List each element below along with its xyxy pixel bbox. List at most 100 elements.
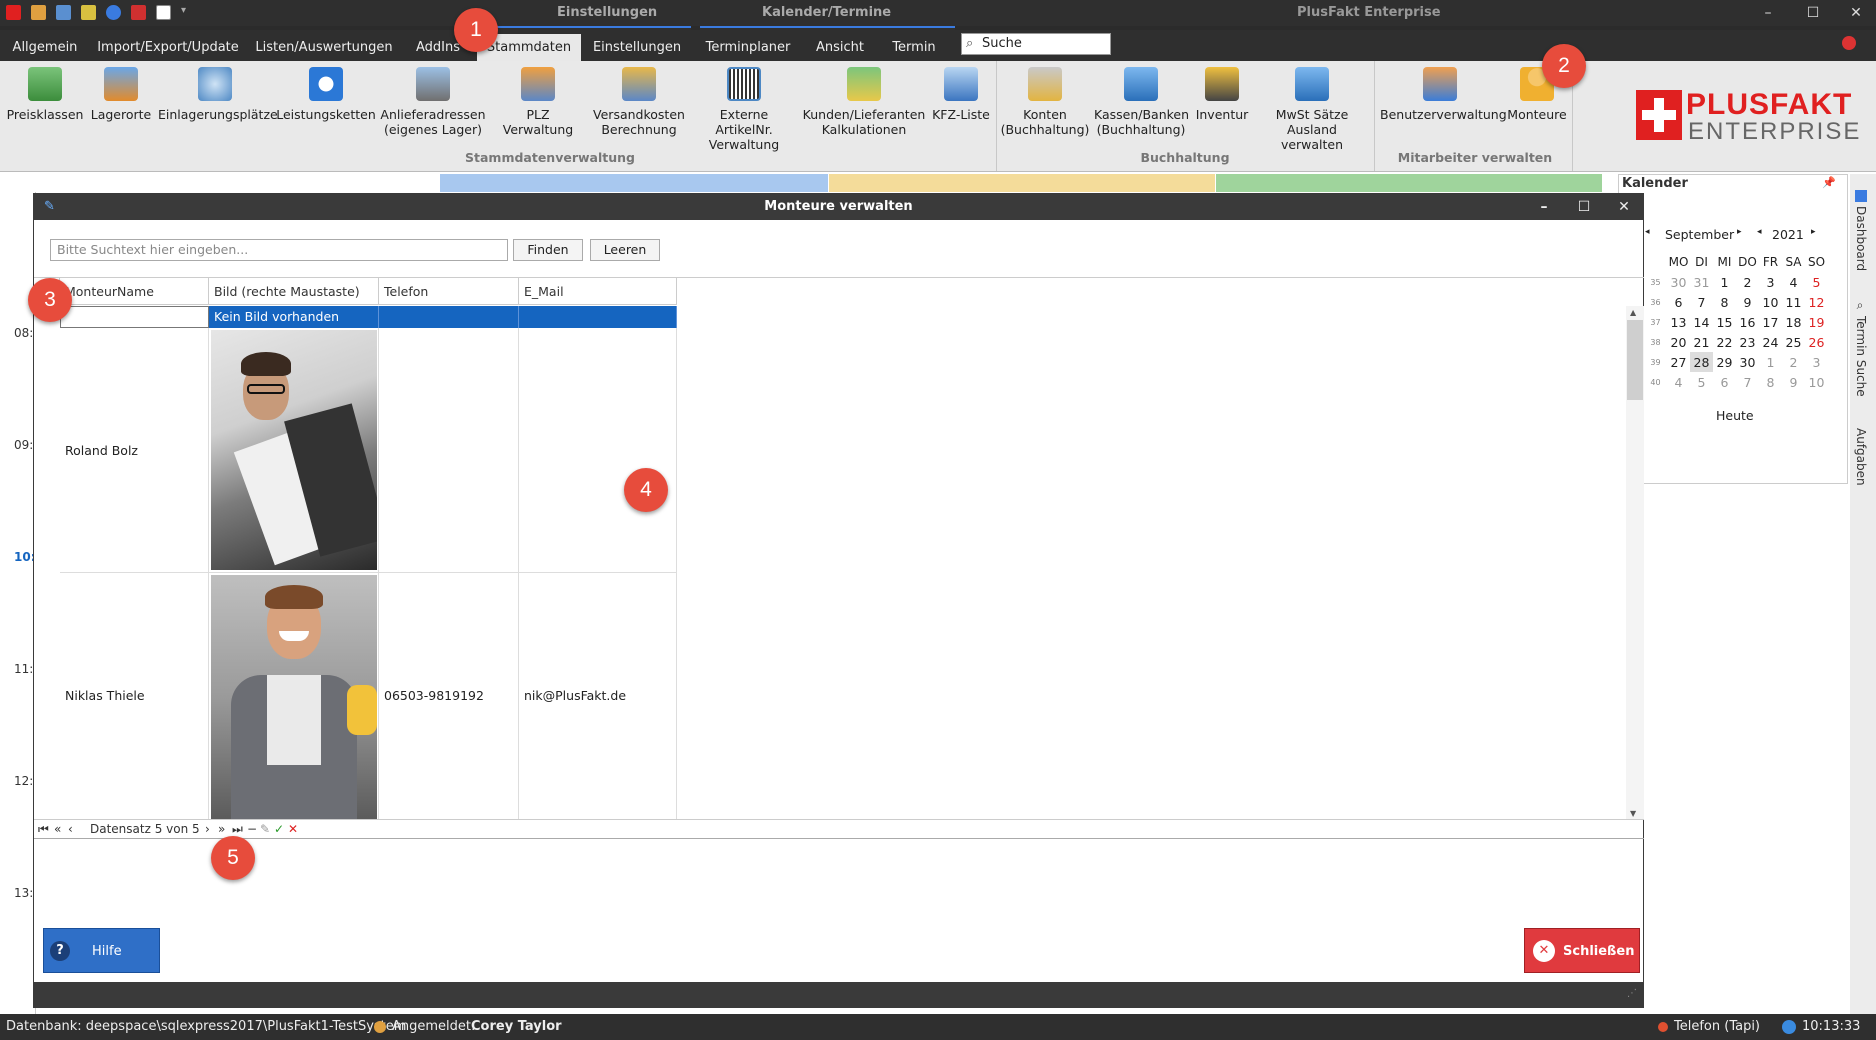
resize-grip-icon[interactable]: ⋰ xyxy=(1627,988,1637,999)
calendar-day[interactable]: 9 xyxy=(1736,292,1759,312)
calendar-day[interactable]: 29 xyxy=(1713,352,1736,372)
message-icon[interactable] xyxy=(81,5,96,20)
plus-icon[interactable] xyxy=(131,5,146,20)
today-button[interactable]: Heute xyxy=(1716,408,1754,423)
calendar-day[interactable]: 10 xyxy=(1759,292,1782,312)
column-header-telefon[interactable]: Telefon xyxy=(379,278,519,305)
scroll-thumb[interactable] xyxy=(1627,320,1643,400)
table-row-name[interactable]: Niklas Thiele xyxy=(60,573,209,820)
calendar-day[interactable]: 1 xyxy=(1713,272,1736,292)
ribbon-mwst-saetze[interactable]: MwSt Sätze Ausland verwalten xyxy=(1256,67,1368,152)
user-status-icon[interactable] xyxy=(1842,36,1856,50)
ribbon-preisklassen[interactable]: Preisklassen xyxy=(4,67,86,122)
ribbon-benutzerverwaltung[interactable]: Benutzerverwaltung xyxy=(1380,67,1507,122)
ribbon-versandkosten[interactable]: Versandkosten Berechnung xyxy=(592,67,686,137)
calendar-day[interactable]: 30 xyxy=(1736,352,1759,372)
column-header-email[interactable]: E_Mail xyxy=(519,278,677,305)
calendar-day[interactable]: 15 xyxy=(1713,312,1736,332)
calendar-day[interactable]: 4 xyxy=(1667,372,1690,392)
calendar-day[interactable]: 20 xyxy=(1667,332,1690,352)
calendar-day[interactable]: 26 xyxy=(1805,332,1828,352)
monteur-search-input[interactable]: Bitte Suchtext hier eingeben... xyxy=(50,239,508,261)
prev-year-icon[interactable]: ◂ xyxy=(1757,227,1762,237)
column-header-name[interactable]: MonteurName xyxy=(60,278,209,305)
find-button[interactable]: Finden xyxy=(513,239,583,261)
calendar-day[interactable]: 21 xyxy=(1690,332,1713,352)
calendar-day[interactable]: 2 xyxy=(1782,352,1805,372)
new-row-name-cell[interactable] xyxy=(60,306,209,328)
calendar-day[interactable]: 6 xyxy=(1667,292,1690,312)
calendar-day[interactable]: 3 xyxy=(1759,272,1782,292)
calendar-day[interactable]: 30 xyxy=(1667,272,1690,292)
calendar-day[interactable]: 25 xyxy=(1782,332,1805,352)
help-icon[interactable] xyxy=(106,5,121,20)
tab-listen[interactable]: Listen/Auswertungen xyxy=(254,34,394,61)
prev-month-icon[interactable]: ◂ xyxy=(1645,227,1650,237)
next-year-icon[interactable]: ▸ xyxy=(1811,227,1816,237)
prev-record-icon[interactable]: ‹ xyxy=(68,822,73,836)
next-month-icon[interactable]: ▸ xyxy=(1737,227,1742,237)
ribbon-kfz-liste[interactable]: KFZ-Liste xyxy=(930,67,992,122)
calendar-day[interactable]: 31 xyxy=(1690,272,1713,292)
ribbon-kunden-lieferanten[interactable]: Kunden/Lieferanten Kalkulationen xyxy=(802,67,926,137)
calendar-day[interactable]: 3 xyxy=(1805,352,1828,372)
calendar-day[interactable]: 8 xyxy=(1759,372,1782,392)
calendar-day[interactable]: 6 xyxy=(1713,372,1736,392)
calendar-day[interactable]: 14 xyxy=(1690,312,1713,332)
maximize-button[interactable]: ☐ xyxy=(1793,2,1833,24)
next-page-icon[interactable]: » xyxy=(218,822,225,836)
calendar-day[interactable]: 7 xyxy=(1690,292,1713,312)
clear-button[interactable]: Leeren xyxy=(590,239,660,261)
calendar-day[interactable]: 17 xyxy=(1759,312,1782,332)
calendar-year[interactable]: 2021 xyxy=(1772,227,1804,242)
calendar-day[interactable]: 10 xyxy=(1805,372,1828,392)
calendar-day[interactable]: 27 xyxy=(1667,352,1690,372)
cancel-record-icon[interactable]: ✕ xyxy=(288,822,298,836)
mechanic-photo-2[interactable] xyxy=(211,575,377,820)
calendar-day[interactable]: 4 xyxy=(1782,272,1805,292)
global-search-input[interactable]: ⌕ Suche xyxy=(961,33,1111,55)
mechanic-photo-1[interactable] xyxy=(211,330,377,570)
table-row-bild[interactable] xyxy=(209,328,379,573)
tab-termin[interactable]: Termin xyxy=(884,34,944,61)
side-tab-termin-suche[interactable]: ⌕ Termin Suche xyxy=(1854,300,1868,397)
calendar-day[interactable]: 28 xyxy=(1690,352,1713,372)
column-header-bild[interactable]: Bild (rechte Maustaste) xyxy=(209,278,379,305)
ribbon-einlagerungsplaetze[interactable]: Einlagerungsplätze xyxy=(158,67,278,122)
table-row-telefon[interactable]: 06503-9819192 xyxy=(379,573,519,820)
calendar-day[interactable]: 5 xyxy=(1690,372,1713,392)
ribbon-externe-artikelnr[interactable]: Externe ArtikelNr. Verwaltung xyxy=(690,67,798,152)
new-row-bild-cell[interactable]: Kein Bild vorhanden xyxy=(209,306,379,328)
close-window-button[interactable]: ✕ xyxy=(1836,2,1876,24)
new-row-email-cell[interactable] xyxy=(519,306,677,328)
edit-record-icon[interactable]: ✎ xyxy=(260,822,270,836)
ribbon-leistungsketten[interactable]: Leistungsketten xyxy=(276,67,376,122)
prev-page-icon[interactable]: « xyxy=(54,822,61,836)
side-tab-dashboard[interactable]: Dashboard xyxy=(1854,190,1868,271)
first-record-icon[interactable]: ⏮ xyxy=(38,822,49,837)
table-row-name[interactable]: Roland Bolz xyxy=(60,328,209,573)
grid-vertical-scrollbar[interactable]: ▲ ▼ xyxy=(1626,306,1644,820)
calendar-day[interactable]: 12 xyxy=(1805,292,1828,312)
phone-status[interactable]: Telefon (Tapi) xyxy=(1674,1014,1760,1040)
dropdown-icon[interactable]: ▾ xyxy=(181,5,189,20)
calendar-day[interactable]: 1 xyxy=(1759,352,1782,372)
calendar-day[interactable]: 16 xyxy=(1736,312,1759,332)
ribbon-kassen-banken[interactable]: Kassen/Banken (Buchhaltung) xyxy=(1094,67,1189,137)
help-button[interactable]: ? Hilfe xyxy=(43,928,160,973)
table-row-bild[interactable] xyxy=(209,573,379,820)
table-row-email[interactable]: nik@PlusFakt.de xyxy=(519,573,677,820)
calendar-day[interactable]: 11 xyxy=(1782,292,1805,312)
calendar-day[interactable]: 24 xyxy=(1759,332,1782,352)
tab-ansicht[interactable]: Ansicht xyxy=(810,34,870,61)
calendar-day[interactable]: 23 xyxy=(1736,332,1759,352)
calendar-day[interactable]: 13 xyxy=(1667,312,1690,332)
dialog-maximize-button[interactable]: ☐ xyxy=(1564,194,1604,220)
side-tab-aufgaben[interactable]: Aufgaben xyxy=(1854,428,1868,486)
ribbon-plz-verwaltung[interactable]: PLZ Verwaltung xyxy=(490,67,586,137)
calendar-day[interactable]: 9 xyxy=(1782,372,1805,392)
scroll-down-icon[interactable]: ▼ xyxy=(1630,809,1636,818)
calendar-day[interactable]: 22 xyxy=(1713,332,1736,352)
pin-icon[interactable]: 📌 xyxy=(1822,176,1836,189)
tab-allgemein[interactable]: Allgemein xyxy=(6,34,84,61)
